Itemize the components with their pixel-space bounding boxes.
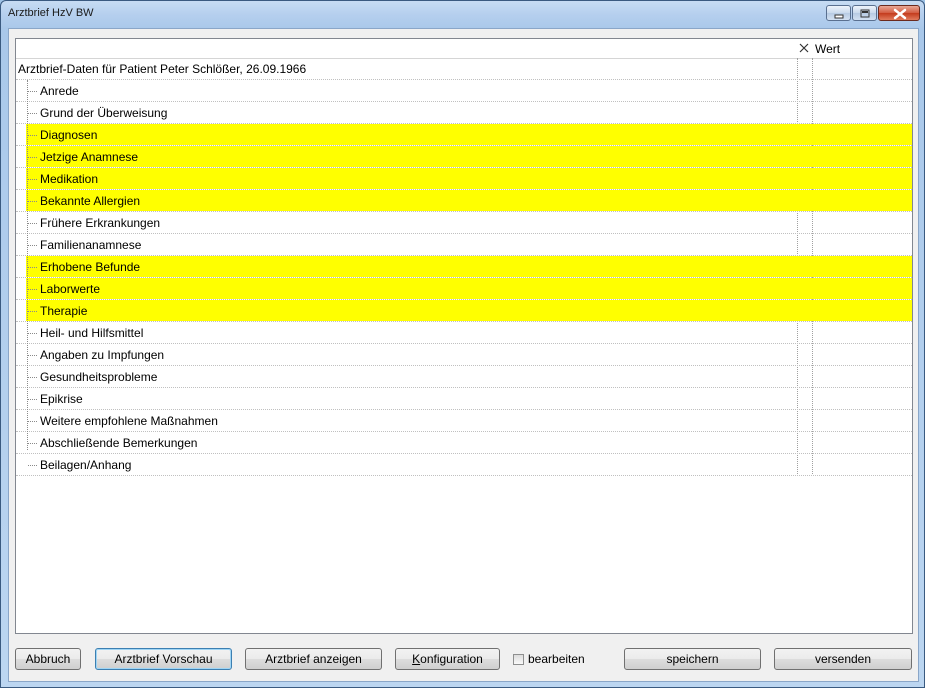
tree-connector <box>28 289 37 290</box>
tree-item-label: Angaben zu Impfungen <box>40 348 165 362</box>
tree-item-row[interactable]: Gesundheitsprobleme <box>16 366 912 388</box>
column-header-wert[interactable]: Wert <box>815 42 840 56</box>
tree-connector <box>28 245 37 246</box>
abbruch-button[interactable]: Abbruch <box>15 648 81 670</box>
minimize-icon <box>834 14 844 19</box>
tree-item-label: Jetzige Anamnese <box>40 150 139 164</box>
bearbeiten-checkbox-box[interactable] <box>513 653 524 665</box>
tree-connector <box>28 377 37 378</box>
bearbeiten-label: bearbeiten <box>528 652 585 666</box>
maximize-icon <box>860 9 870 18</box>
tree-item-row[interactable]: Grund der Überweisung <box>16 102 912 124</box>
tree-connector <box>28 311 37 312</box>
tree-item-label: Beilagen/Anhang <box>40 458 132 472</box>
konfiguration-label-rest: onfiguration <box>420 652 483 666</box>
tree-item-row[interactable]: Laborwerte <box>16 278 912 300</box>
row-highlight <box>26 190 912 211</box>
client-area: Wert Arztbrief-Daten für Patient Peter S… <box>8 28 919 682</box>
close-icon <box>893 8 907 20</box>
tree-root-row[interactable]: Arztbrief-Daten für Patient Peter Schlöß… <box>16 58 912 80</box>
speichern-button[interactable]: speichern <box>624 648 761 670</box>
tree-item-label: Medikation <box>40 172 99 186</box>
tree-item-label: Frühere Erkrankungen <box>40 216 161 230</box>
tree-connector <box>28 223 37 224</box>
tree-connector <box>28 333 37 334</box>
tree-connector <box>28 267 37 268</box>
bearbeiten-checkbox[interactable]: bearbeiten <box>513 652 585 666</box>
arztbrief-vorschau-button[interactable]: Arztbrief Vorschau <box>95 648 232 670</box>
tree-item-label: Gesundheitsprobleme <box>40 370 158 384</box>
arztbrief-tree-grid[interactable]: Wert Arztbrief-Daten für Patient Peter S… <box>15 38 913 634</box>
tree-connector <box>28 113 37 114</box>
tree-item-label: Grund der Überweisung <box>40 106 168 120</box>
row-highlight <box>26 300 912 321</box>
clear-column-icon[interactable] <box>798 42 810 54</box>
arztbrief-anzeigen-button[interactable]: Arztbrief anzeigen <box>245 648 382 670</box>
tree-item-label: Therapie <box>40 304 88 318</box>
row-highlight <box>26 146 912 167</box>
grid-header: Wert <box>16 39 912 59</box>
row-highlight <box>26 278 912 299</box>
tree-item-label: Laborwerte <box>40 282 101 296</box>
tree-item-label: Heil- und Hilfsmittel <box>40 326 144 340</box>
konfiguration-button[interactable]: Konfiguration <box>395 648 500 670</box>
tree-item-label: Abschließende Bemerkungen <box>40 436 198 450</box>
konfiguration-mnemonic: K <box>412 652 421 666</box>
tree-item-row[interactable]: Frühere Erkrankungen <box>16 212 912 234</box>
maximize-button[interactable] <box>852 5 877 21</box>
row-highlight <box>26 256 912 277</box>
tree-item-label: Familienanamnese <box>40 238 142 252</box>
tree-connector <box>28 135 37 136</box>
row-highlight <box>26 124 912 145</box>
tree-item-row[interactable]: Abschließende Bemerkungen <box>16 432 912 454</box>
tree-item-row[interactable]: Familienanamnese <box>16 234 912 256</box>
tree-connector <box>28 465 37 466</box>
row-highlight <box>26 168 912 189</box>
tree-item-label: Erhobene Befunde <box>40 260 141 274</box>
minimize-button[interactable] <box>826 5 851 21</box>
tree-item-row[interactable]: Weitere empfohlene Maßnahmen <box>16 410 912 432</box>
tree-item-row[interactable]: Heil- und Hilfsmittel <box>16 322 912 344</box>
tree-item-row[interactable]: Epikrise <box>16 388 912 410</box>
tree-item-label: Diagnosen <box>40 128 98 142</box>
tree-root-label: Arztbrief-Daten für Patient Peter Schlöß… <box>18 62 307 76</box>
tree-item-label: Weitere empfohlene Maßnahmen <box>40 414 218 428</box>
tree-item-row[interactable]: Medikation <box>16 168 912 190</box>
close-button[interactable] <box>878 5 920 21</box>
tree-item-row[interactable]: Therapie <box>16 300 912 322</box>
tree-item-row[interactable]: Jetzige Anamnese <box>16 146 912 168</box>
caption-buttons <box>825 5 920 21</box>
tree-connector <box>28 91 37 92</box>
tree-connector <box>28 443 37 444</box>
tree-item-row[interactable]: Diagnosen <box>16 124 912 146</box>
versenden-button[interactable]: versenden <box>774 648 912 670</box>
tree-connector <box>28 355 37 356</box>
tree-connector <box>28 399 37 400</box>
tree-item-row[interactable]: Anrede <box>16 80 912 102</box>
tree-connector <box>28 157 37 158</box>
tree-item-row[interactable]: Angaben zu Impfungen <box>16 344 912 366</box>
window-title: Arztbrief HzV BW <box>8 7 94 19</box>
tree-item-row[interactable]: Bekannte Allergien <box>16 190 912 212</box>
tree-line <box>27 80 28 450</box>
tree-item-label: Anrede <box>40 84 79 98</box>
tree-connector <box>28 179 37 180</box>
konfiguration-label: Konfiguration <box>412 652 483 666</box>
tree-item-label: Bekannte Allergien <box>40 194 141 208</box>
title-bar[interactable]: Arztbrief HzV BW <box>1 1 924 27</box>
tree-connector <box>28 421 37 422</box>
main-window: Arztbrief HzV BW Wert Arztbrief-Daten fü… <box>0 0 925 688</box>
tree-item-label: Epikrise <box>40 392 83 406</box>
tree-item-row[interactable]: Erhobene Befunde <box>16 256 912 278</box>
tree-connector <box>28 201 37 202</box>
tree-item-row[interactable]: Beilagen/Anhang <box>16 454 912 476</box>
